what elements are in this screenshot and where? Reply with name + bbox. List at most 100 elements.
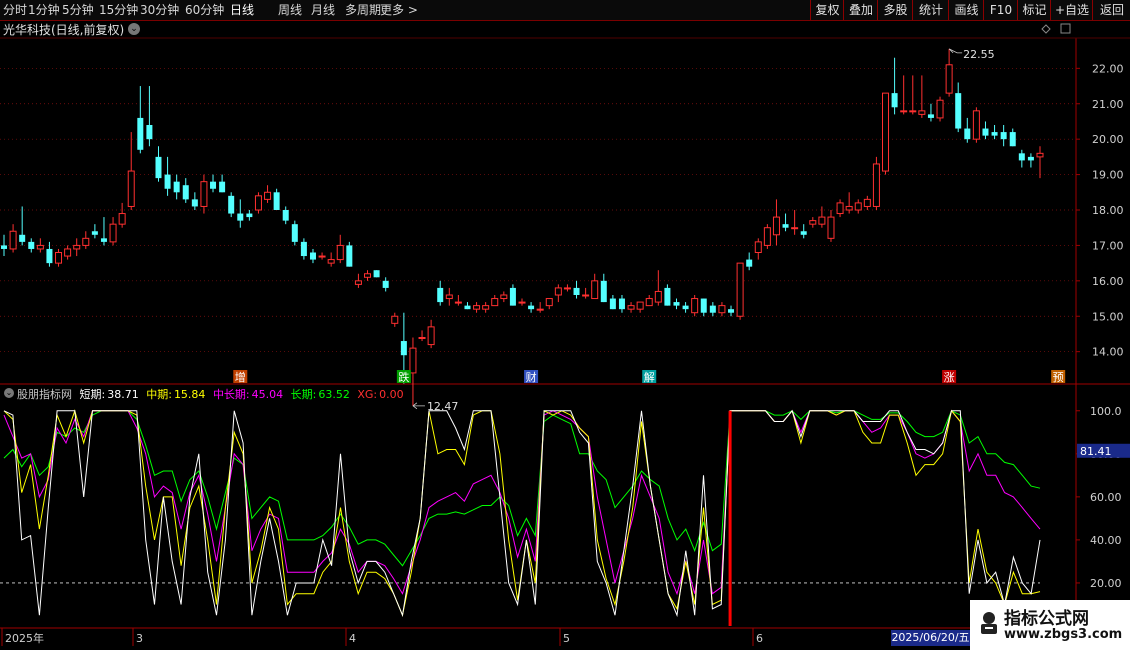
candle-body-up xyxy=(900,110,908,113)
candle-body-down xyxy=(155,156,162,179)
watermark-title: 指标公式网 xyxy=(1004,609,1089,629)
date-axis-label: 3 xyxy=(136,632,143,645)
candle-body-up xyxy=(445,294,453,300)
window-icon xyxy=(1060,23,1071,34)
candle-body-up xyxy=(55,252,63,264)
candle-body-down xyxy=(728,309,735,313)
candle-body-down xyxy=(100,238,107,242)
candle-body-down xyxy=(1018,153,1025,161)
candle-body-down xyxy=(927,114,934,118)
candle-body-down xyxy=(400,341,407,356)
short-term-value: 38.71 xyxy=(107,388,139,401)
candle-body-up xyxy=(254,195,262,211)
candle-body-up xyxy=(809,220,817,225)
candle-body-up xyxy=(9,230,17,250)
mid-term-value: 15.84 xyxy=(173,388,206,401)
candle-body-down xyxy=(346,245,353,267)
candle-body-down xyxy=(664,287,671,306)
candle-body-down xyxy=(800,231,807,235)
candle-body-up xyxy=(73,244,81,250)
candle-body-up xyxy=(882,92,890,172)
indicator-tick-label: 20.00 xyxy=(1090,577,1122,590)
candle-body-up xyxy=(500,294,508,300)
candle-body-down xyxy=(182,185,189,200)
candle-body-down xyxy=(28,241,35,249)
candle-body-up xyxy=(109,223,117,243)
long-term-label: 长期: xyxy=(290,388,317,401)
candle-body-down xyxy=(237,213,244,221)
current-value-badge: 81.41 xyxy=(1080,445,1112,458)
date-axis-label: 5 xyxy=(563,632,570,645)
candle-body-up xyxy=(691,298,699,314)
event-marker-2: 财 xyxy=(526,370,537,384)
price-tick-label: 18.00 xyxy=(1092,204,1124,217)
candle-body-up xyxy=(645,298,653,307)
price-tick-label: 17.00 xyxy=(1092,239,1124,252)
xg-value: 0.00 xyxy=(379,388,404,401)
candle-body-up xyxy=(554,287,562,296)
candle-body-down xyxy=(955,93,962,129)
candle-body-up xyxy=(582,294,590,297)
candle-body-up xyxy=(264,191,272,200)
candle-body-down xyxy=(700,298,707,313)
candle-body-up xyxy=(518,301,526,304)
candle-body-up xyxy=(718,305,726,314)
candle-body-down xyxy=(1009,132,1016,147)
candle-body-up xyxy=(473,305,481,310)
candle-body-down xyxy=(673,302,680,306)
event-marker-5: 预 xyxy=(1053,371,1064,384)
candle-body-up xyxy=(627,305,635,310)
candle-body-up xyxy=(754,241,762,253)
candle-body-down xyxy=(1000,132,1007,140)
candle-body-down xyxy=(528,305,535,310)
candle-body-up xyxy=(536,308,544,311)
candle-body-up xyxy=(364,273,372,278)
watermark-logo-icon xyxy=(981,612,997,634)
candle-body-up xyxy=(454,301,462,304)
candle-body-up xyxy=(818,216,826,225)
candle-body-down xyxy=(19,234,26,242)
candle-body-down xyxy=(46,248,53,264)
candle-body-down xyxy=(282,210,289,221)
candle-body-up xyxy=(418,337,426,339)
event-marker-3: 解 xyxy=(644,370,655,384)
candle-body-up xyxy=(936,99,944,119)
candle-body-up xyxy=(482,305,490,310)
candle-body-down xyxy=(273,192,280,210)
high-marker-arrow xyxy=(948,48,963,54)
candle-body-down xyxy=(164,174,171,189)
candle-body-down xyxy=(437,287,444,303)
candle-body-up xyxy=(391,315,399,324)
stock-chart[interactable]: 22.00 21.00 20.00 19.00 18.00 17.00 16.00 15.00… xyxy=(0,0,1130,650)
price-tick-label: 15.00 xyxy=(1092,310,1124,323)
candle-body-up xyxy=(791,227,799,230)
candle-body-up xyxy=(945,64,953,94)
candle-body-up xyxy=(827,216,835,239)
candle-body-down xyxy=(300,241,307,257)
candle-body-down xyxy=(573,287,580,295)
mid-long-term-label: 中长期: xyxy=(212,388,250,401)
candle-body-up xyxy=(918,110,926,115)
candle-body-down xyxy=(382,280,389,288)
date-axis-label: 2025年 xyxy=(5,631,44,645)
mid-term-label: 中期: xyxy=(146,388,172,401)
indicator-tick-label: 60.00 xyxy=(1090,491,1122,504)
candle-body-up xyxy=(909,110,917,113)
candle-body-up xyxy=(64,248,72,257)
candle-body-up xyxy=(654,290,662,303)
candle-body-up xyxy=(836,202,844,215)
date-axis-label: 4 xyxy=(349,632,356,645)
candle-body-down xyxy=(964,128,971,140)
candle-body-up xyxy=(772,216,780,236)
price-tick-label: 14.00 xyxy=(1092,346,1124,359)
short-term-label: 短期: xyxy=(79,388,106,401)
candle-body-down xyxy=(173,181,180,193)
candle-body-down xyxy=(982,128,989,136)
candle-body-down xyxy=(91,231,98,235)
candle-body-down xyxy=(618,298,625,310)
candle-body-up xyxy=(763,227,771,246)
candle-body-down xyxy=(509,287,516,306)
long-term-value: 63.52 xyxy=(318,388,350,401)
candle-body-up xyxy=(845,205,853,211)
xg-label: XG: xyxy=(357,388,378,401)
